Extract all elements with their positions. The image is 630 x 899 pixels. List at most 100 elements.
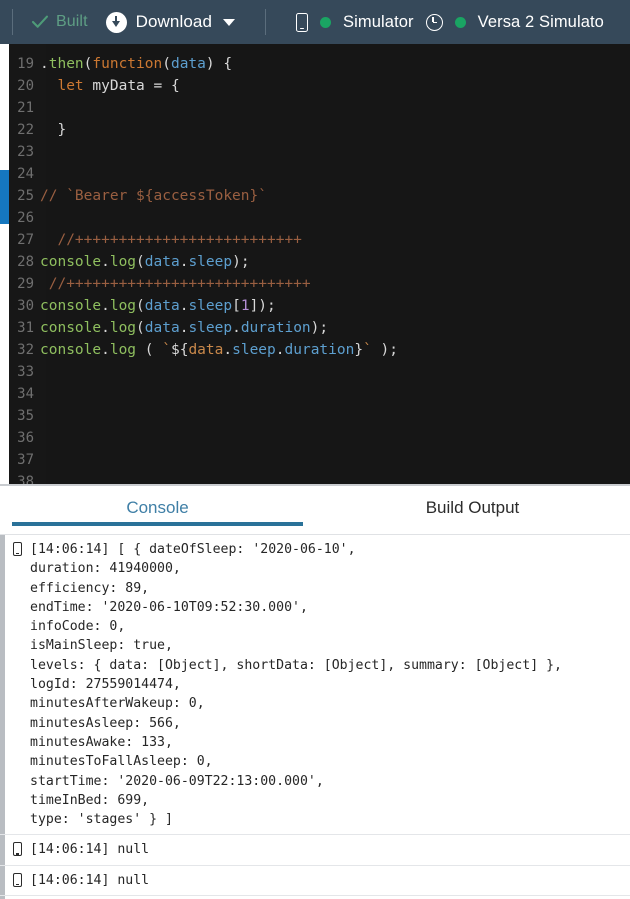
code-line[interactable]: 37 — [9, 449, 630, 471]
console-log-text: type: 'stages' } ] — [30, 812, 173, 828]
green-dot-icon — [454, 16, 466, 28]
chevron-down-icon[interactable] — [223, 18, 236, 26]
tab-console[interactable]: Console — [0, 486, 315, 534]
console-log-text: null — [117, 842, 150, 858]
line-number: 36 — [17, 430, 34, 446]
download-button[interactable]: Download — [105, 11, 236, 33]
download-label: Download — [135, 12, 213, 31]
console-log-wrapped-line: levels: { data: [Object], shortData: [Ob… — [13, 656, 630, 675]
device-icon — [13, 542, 22, 556]
code-text[interactable]: //++++++++++++++++++++++++++ — [40, 229, 630, 251]
code-text[interactable]: console.log(data.sleep.duration); — [40, 317, 630, 339]
code-line[interactable]: 32 console.log ( `${data.sleep.duration}`… — [9, 339, 630, 361]
console-timestamp: [14:06:14] — [30, 842, 118, 858]
code-line[interactable]: 29 //++++++++++++++++++++++++++++ — [9, 273, 630, 295]
code-line[interactable]: 22 } — [9, 119, 630, 141]
code-line[interactable]: 38 — [9, 471, 630, 484]
console-log-text: null — [117, 872, 150, 888]
console-log-text: efficiency: 89, — [30, 580, 150, 596]
editor-change-rail — [0, 44, 9, 484]
code-text[interactable]: console.log(data.sleep); — [40, 251, 630, 273]
code-line[interactable]: 21 — [9, 97, 630, 119]
line-number: 32 — [17, 342, 34, 358]
code-line[interactable]: 26 — [9, 207, 630, 229]
code-line[interactable]: 28 console.log(data.sleep); — [9, 251, 630, 273]
code-line[interactable]: 35 — [9, 405, 630, 427]
code-text[interactable]: // `Bearer ${accessToken}` — [40, 185, 630, 207]
build-status-label: Built — [56, 13, 88, 30]
code-line[interactable]: 19 .then(function(data) { — [9, 53, 630, 75]
code-lines[interactable]: 19 .then(function(data) {20 let myData = … — [9, 53, 630, 484]
line-number: 23 — [17, 144, 34, 160]
console-log-wrapped-line: minutesAsleep: 566, — [13, 714, 630, 733]
code-line[interactable]: 30 console.log(data.sleep[1]); — [9, 295, 630, 317]
code-line[interactable]: 34 — [9, 383, 630, 405]
line-number: 35 — [17, 408, 34, 424]
console-log-text: minutesAsleep: 566, — [30, 715, 181, 731]
console-log-wrapped-line: isMainSleep: true, — [13, 636, 630, 655]
device-icon — [13, 872, 22, 887]
console-log-entry[interactable]: [14:06:14] null — [0, 835, 630, 866]
line-number: 19 — [17, 56, 34, 72]
simulator-label[interactable]: Simulator — [343, 13, 414, 32]
phone-icon — [296, 12, 309, 32]
line-number: 26 — [17, 210, 34, 226]
code-text[interactable]: } — [40, 119, 630, 141]
code-line[interactable]: 23 — [9, 141, 630, 163]
console-log-wrapped-line: duration: 41940000, — [13, 559, 630, 578]
code-editor[interactable]: 19 .then(function(data) {20 let myData = … — [0, 44, 630, 484]
download-circle-icon — [105, 11, 127, 33]
clock-icon[interactable] — [425, 13, 443, 31]
code-text[interactable]: .then(function(data) { — [40, 53, 630, 75]
code-text[interactable]: console.log(data.sleep[1]); — [40, 295, 630, 317]
console-log-wrapped-line: efficiency: 89, — [13, 579, 630, 598]
console-log-wrapped-line: type: 'stages' } ] — [13, 810, 630, 829]
code-line[interactable]: 20 let myData = { — [9, 75, 630, 97]
console-output[interactable]: [14:06:14] [ { dateOfSleep: '2020-06-10'… — [0, 535, 630, 899]
console-log-entry[interactable]: [14:06:14] null — [0, 866, 630, 897]
line-number: 37 — [17, 452, 34, 468]
code-text[interactable]: let myData = { — [40, 75, 630, 97]
console-log-wrapped-line: minutesAwake: 133, — [13, 733, 630, 752]
device-icon — [13, 842, 22, 857]
top-toolbar: Built Download Simulator Versa 2 Simulat… — [0, 0, 630, 44]
console-log-wrapped-line: startTime: '2020-06-09T22:13:00.000', — [13, 772, 630, 791]
editor-change-marker[interactable] — [0, 170, 9, 224]
console-log-text: isMainSleep: true, — [30, 638, 173, 654]
code-line[interactable]: 25 // `Bearer ${accessToken}` — [9, 185, 630, 207]
line-number: 20 — [17, 78, 34, 94]
code-text[interactable]: //++++++++++++++++++++++++++++ — [40, 273, 630, 295]
console-entry-list: [14:06:14] [ { dateOfSleep: '2020-06-10'… — [0, 535, 630, 899]
line-number: 33 — [17, 364, 34, 380]
line-number: 31 — [17, 320, 34, 336]
code-line[interactable]: 27 //++++++++++++++++++++++++++ — [9, 229, 630, 251]
console-log-wrapped-line: endTime: '2020-06-10T09:52:30.000', — [13, 598, 630, 617]
console-log-text: startTime: '2020-06-09T22:13:00.000', — [30, 773, 324, 789]
code-line[interactable]: 24 — [9, 163, 630, 185]
console-log-entry[interactable]: [14:06:14] [ { dateOfSleep: '2020-06-10'… — [0, 535, 630, 836]
console-log-text: timeInBed: 699, — [30, 792, 150, 808]
line-number: 34 — [17, 386, 34, 402]
code-line[interactable]: 31 console.log(data.sleep.duration); — [9, 317, 630, 339]
line-number: 21 — [17, 100, 34, 116]
line-number: 22 — [17, 122, 34, 138]
device-label[interactable]: Versa 2 Simulato — [478, 13, 604, 32]
console-log-wrapped-line: minutesToFallAsleep: 0, — [13, 752, 630, 771]
line-number: 30 — [17, 298, 34, 314]
console-log-wrapped-line: minutesAfterWakeup: 0, — [13, 694, 630, 713]
console-log-text: duration: 41940000, — [30, 561, 181, 577]
green-dot-icon — [320, 16, 332, 28]
line-number: 27 — [17, 232, 34, 248]
console-timestamp: [14:06:14] — [30, 542, 118, 557]
panel-tabs: Console Build Output — [0, 486, 630, 535]
console-log-text: minutesAwake: 133, — [30, 734, 173, 750]
console-log-text: endTime: '2020-06-10T09:52:30.000', — [30, 599, 308, 615]
tab-build-output[interactable]: Build Output — [315, 486, 630, 534]
code-line[interactable]: 36 — [9, 427, 630, 449]
console-timestamp: [14:06:14] — [30, 872, 118, 888]
console-log-text: minutesAfterWakeup: 0, — [30, 696, 205, 712]
build-status: Built — [31, 13, 88, 31]
code-text[interactable]: console.log ( `${data.sleep.duration}` )… — [40, 339, 630, 361]
code-line[interactable]: 33 — [9, 361, 630, 383]
toolbar-divider — [265, 9, 267, 35]
